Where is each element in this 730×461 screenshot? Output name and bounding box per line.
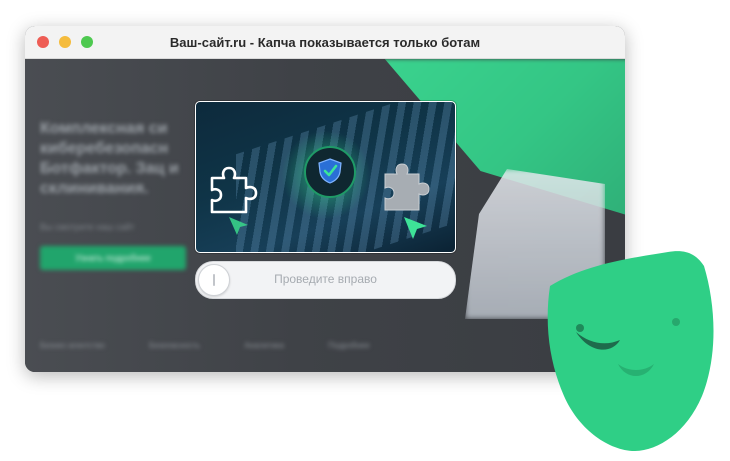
title-bar: Ваш-сайт.ru - Капча показывается только … [25,26,625,59]
background-footer: Бизнес-агентство Безопасность Аналитика … [40,341,420,355]
footer-item: Безопасность [149,341,201,350]
captcha-puzzle-image [195,101,456,253]
green-mask-icon [547,251,714,452]
puzzle-filled-icon [384,163,430,211]
cursor-arrow-icon [229,217,248,235]
shield-check-icon [304,146,356,198]
captcha-slider[interactable]: Проведите вправо [195,261,456,299]
slider-label: Проведите вправо [274,272,377,286]
window-title: Ваш-сайт.ru - Капча показывается только … [169,35,481,50]
cursor-arrow-icon [404,217,427,239]
footer-item: Аналитика [244,341,284,350]
background-cta-button: Узнать подробнее [40,246,186,270]
background-subtext: Вы смотрите наш сайт [40,222,135,232]
puzzle-outline-icon[interactable] [208,164,264,216]
footer-item: Подробнее [328,341,370,350]
background-cta-label: Узнать подробнее [75,253,151,263]
footer-item: Бизнес-агентство [40,341,105,350]
